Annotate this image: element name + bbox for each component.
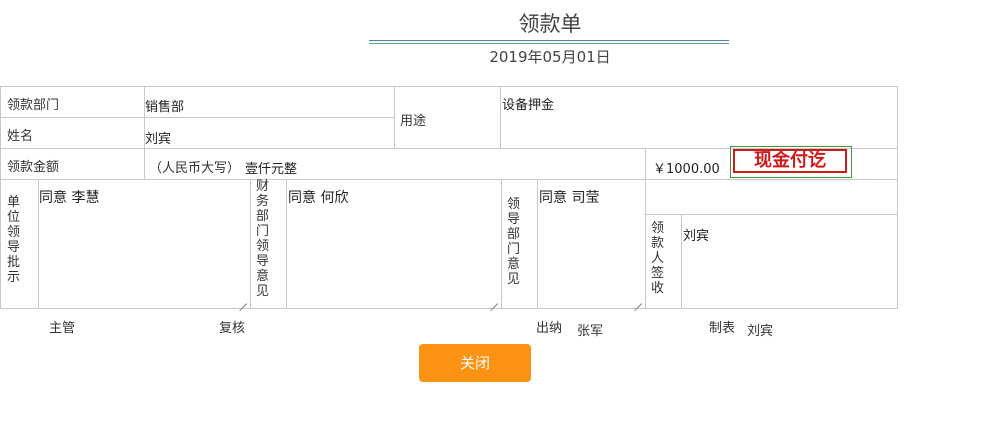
preparer-value: 刘宾 xyxy=(747,324,774,339)
form-date: 2019年05月01日 xyxy=(489,48,611,66)
stamp-text: 现金付讫 xyxy=(733,149,847,173)
name-value: 刘宾 xyxy=(145,132,172,147)
col-divider xyxy=(537,179,538,308)
dept-leader-label: 领导部门意见 xyxy=(507,197,521,287)
col-divider xyxy=(681,214,682,308)
resize-handle-icon[interactable] xyxy=(634,296,642,304)
receiver-label: 领款人签收 xyxy=(651,221,665,296)
cash-paid-stamp: 现金付讫 xyxy=(730,146,852,178)
amount-caps-value: 壹仟元整 xyxy=(245,162,298,177)
purpose-value: 设备押金 xyxy=(502,98,555,113)
col-divider xyxy=(500,87,501,148)
unit-leader-label: 单位领导批示 xyxy=(7,195,21,285)
cashier-label: 出纳 xyxy=(536,321,563,336)
payment-form-table: 领款部门 销售部 用途 设备押金 姓名 刘宾 领款金额 （人民币大写） 壹仟元整… xyxy=(0,86,898,309)
col-divider xyxy=(501,179,502,308)
cashier-value: 张军 xyxy=(577,324,604,339)
col-divider xyxy=(250,179,251,308)
resize-handle-icon[interactable] xyxy=(490,296,498,304)
amount-value: ￥1000.00 xyxy=(653,162,720,177)
row-divider xyxy=(645,214,897,215)
receiver-value: 刘宾 xyxy=(683,229,710,244)
purpose-label: 用途 xyxy=(400,114,427,129)
supervisor-label: 主管 xyxy=(49,321,76,336)
row-divider xyxy=(1,179,897,180)
reviewer-label: 复核 xyxy=(219,321,246,336)
col-divider xyxy=(286,179,287,308)
department-label: 领款部门 xyxy=(7,98,60,113)
page-title: 领款单 xyxy=(518,12,582,36)
name-label: 姓名 xyxy=(7,129,34,144)
amount-label: 领款金额 xyxy=(7,160,60,175)
preparer-label: 制表 xyxy=(709,321,736,336)
dept-leader-opinion[interactable]: 同意 司莹 xyxy=(539,187,599,207)
finance-leader-label: 财务部门领导意见 xyxy=(256,179,270,299)
unit-leader-opinion[interactable]: 同意 李慧 xyxy=(39,187,99,207)
col-divider xyxy=(645,148,646,308)
resize-handle-icon[interactable] xyxy=(239,296,247,304)
col-divider xyxy=(394,87,395,148)
title-underline xyxy=(369,40,729,41)
finance-leader-opinion[interactable]: 同意 何欣 xyxy=(288,187,348,207)
row-divider xyxy=(1,117,394,118)
title-underline-secondary xyxy=(369,43,729,44)
amount-caps-label: （人民币大写） xyxy=(149,161,241,176)
department-value: 销售部 xyxy=(145,100,185,115)
close-button[interactable]: 关闭 xyxy=(419,344,531,382)
